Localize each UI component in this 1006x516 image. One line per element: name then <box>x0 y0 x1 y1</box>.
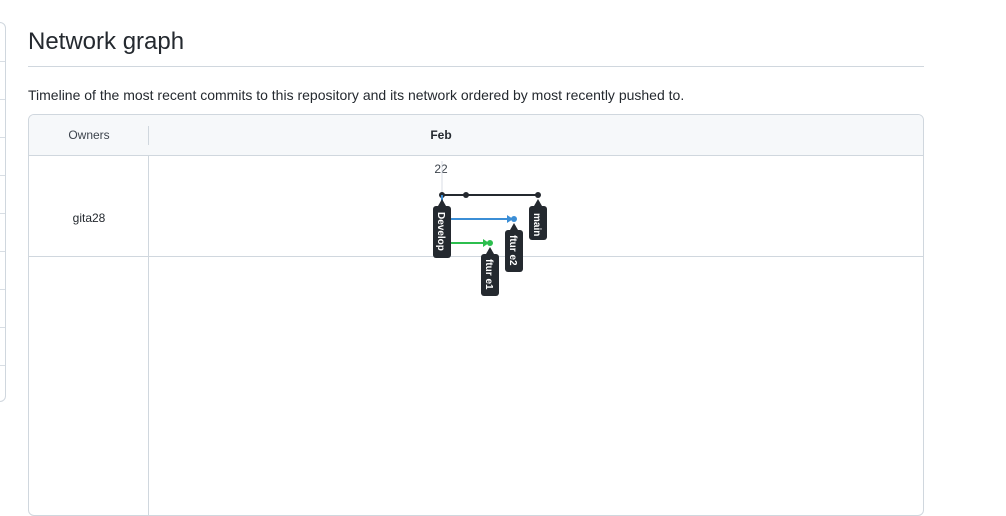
side-panel-divider <box>0 289 5 290</box>
branch-tag-develop[interactable]: Develop <box>433 199 451 258</box>
commit-dot[interactable] <box>535 192 541 198</box>
branch-tag-label: ftur e2 <box>507 235 518 266</box>
branch-tag-fture2[interactable]: ftur e2 <box>505 223 523 272</box>
side-panel-divider <box>0 365 5 366</box>
side-panel-divider <box>0 137 5 138</box>
page-description: Timeline of the most recent commits to t… <box>28 87 685 103</box>
side-panel-divider <box>0 251 5 252</box>
side-panel-divider <box>0 213 5 214</box>
side-panel-divider <box>0 99 5 100</box>
side-panel-divider <box>0 175 5 176</box>
commit-graph: 22 Develop main ftur e2 ftur e1 <box>433 161 547 296</box>
side-panel-edge <box>0 22 6 402</box>
commit-dot[interactable] <box>511 216 517 222</box>
commit-dot[interactable] <box>487 240 493 246</box>
branch-tag-fture1[interactable]: ftur e1 <box>481 247 499 296</box>
branch-tag-main[interactable]: main <box>529 199 547 240</box>
network-graph[interactable]: Owners Feb gita28 22 Develop main ftur e… <box>28 114 924 516</box>
title-divider <box>28 66 924 67</box>
commit-dot[interactable] <box>463 192 469 198</box>
side-panel-divider <box>0 327 5 328</box>
page-title: Network graph <box>28 28 185 55</box>
branch-tag-label: main <box>531 213 542 236</box>
side-panel-divider <box>0 61 5 62</box>
day-label: 22 <box>434 162 448 176</box>
branch-tag-label: ftur e1 <box>483 259 494 290</box>
branch-tag-label: Develop <box>435 212 446 251</box>
